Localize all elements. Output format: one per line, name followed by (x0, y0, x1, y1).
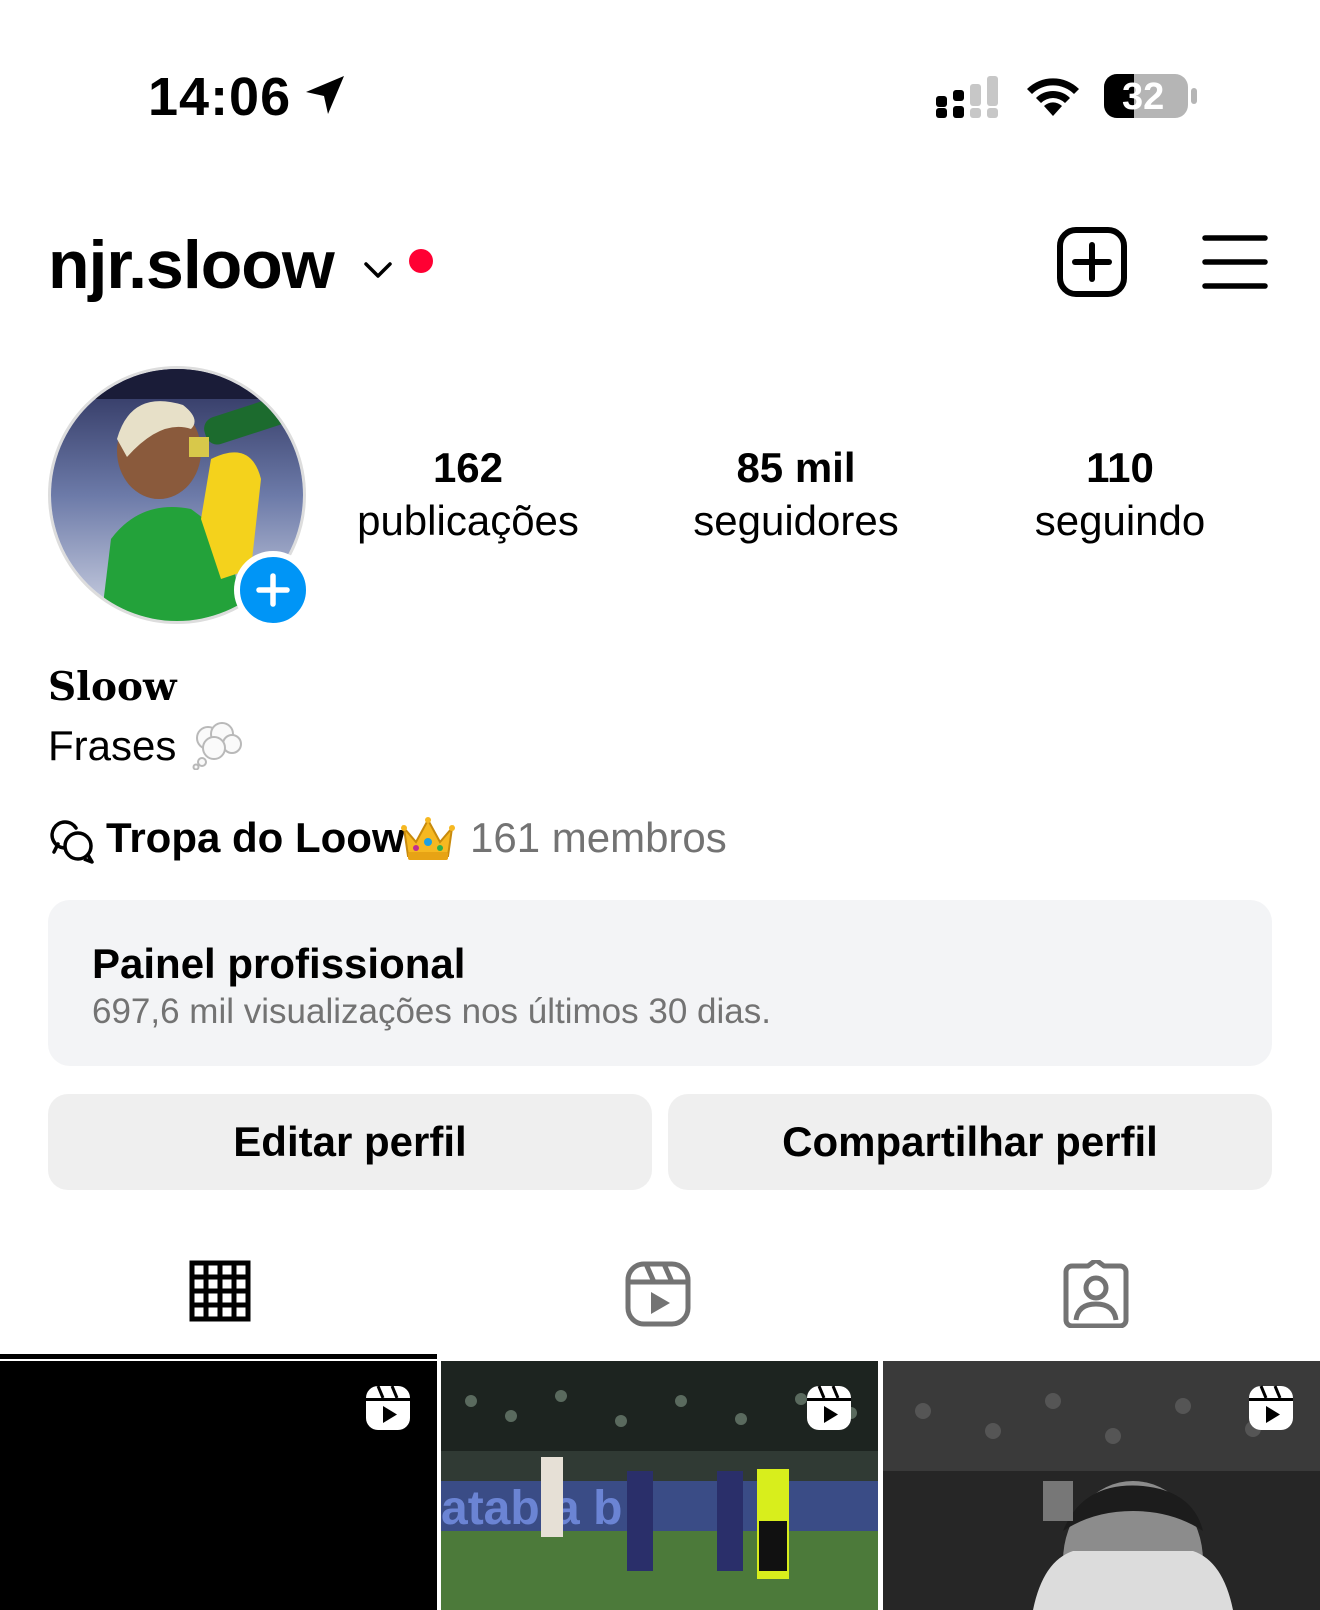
tab-posts-grid[interactable] (0, 1236, 440, 1360)
stat-value: 85 mil (736, 444, 856, 491)
display-name: Sloow (48, 664, 177, 710)
grid-tile[interactable] (883, 1361, 1320, 1610)
stat-label: publicações (357, 497, 579, 544)
tab-tagged[interactable] (880, 1236, 1320, 1360)
tagged-icon (1063, 1260, 1129, 1328)
posts-grid: atab a b (0, 1361, 1320, 1610)
grid-tile[interactable]: atab a b (441, 1361, 878, 1610)
signal-icon (936, 76, 998, 118)
content-tabs (0, 1236, 1320, 1360)
stat-followers[interactable]: 85 mil seguidores (664, 440, 928, 546)
share-profile-button[interactable]: Compartilhar perfil (668, 1094, 1272, 1190)
dashboard-subtitle: 697,6 mil visualizações nos últimos 30 d… (92, 992, 771, 1031)
stat-posts[interactable]: 162 publicações (336, 440, 600, 546)
thought-balloon-icon (192, 722, 242, 770)
edit-profile-button[interactable]: Editar perfil (48, 1094, 652, 1190)
svg-text:atab a b: atab a b (441, 1482, 622, 1535)
crown-icon (401, 817, 455, 860)
active-tab-indicator (0, 1354, 437, 1359)
chat-bubbles-icon (50, 820, 94, 864)
battery-level: 32 (1122, 76, 1165, 118)
stat-value: 162 (432, 444, 504, 491)
reel-badge-icon (807, 1385, 851, 1430)
username[interactable]: njr.sloow (48, 226, 335, 304)
plus-icon (256, 573, 290, 607)
location-arrow-icon (306, 76, 344, 114)
status-bar: 14:06 32 (0, 0, 1320, 150)
chevron-down-icon[interactable] (360, 252, 396, 288)
stat-value: 110 (1086, 444, 1154, 491)
channel-members: 161 membros (470, 814, 727, 861)
status-time: 14:06 (148, 67, 292, 127)
professional-dashboard[interactable]: Painel profissional 697,6 mil visualizaç… (48, 900, 1272, 1066)
new-post-icon[interactable] (1056, 226, 1128, 298)
channel-name: Tropa do Loow (106, 814, 405, 861)
reel-badge-icon (366, 1385, 410, 1430)
reel-badge-icon (1249, 1385, 1293, 1430)
add-story-button[interactable] (234, 551, 312, 629)
stat-label: seguidores (693, 497, 899, 544)
grid-icon (189, 1260, 251, 1322)
bio-text: Frases (48, 722, 177, 769)
tab-reels[interactable] (440, 1236, 880, 1360)
reels-icon (625, 1261, 691, 1327)
stat-label: seguindo (1034, 497, 1206, 544)
profile-header: njr.sloow (0, 210, 1320, 320)
notification-dot (409, 249, 433, 273)
dashboard-title: Painel profissional (92, 940, 466, 987)
stat-following[interactable]: 110 seguindo (988, 440, 1252, 546)
profile-screen: 14:06 32 njr.sloow 162 publicações 85 mi… (0, 0, 1320, 1610)
grid-tile[interactable] (0, 1361, 437, 1610)
wifi-icon (1027, 78, 1079, 116)
menu-icon[interactable] (1202, 230, 1268, 294)
